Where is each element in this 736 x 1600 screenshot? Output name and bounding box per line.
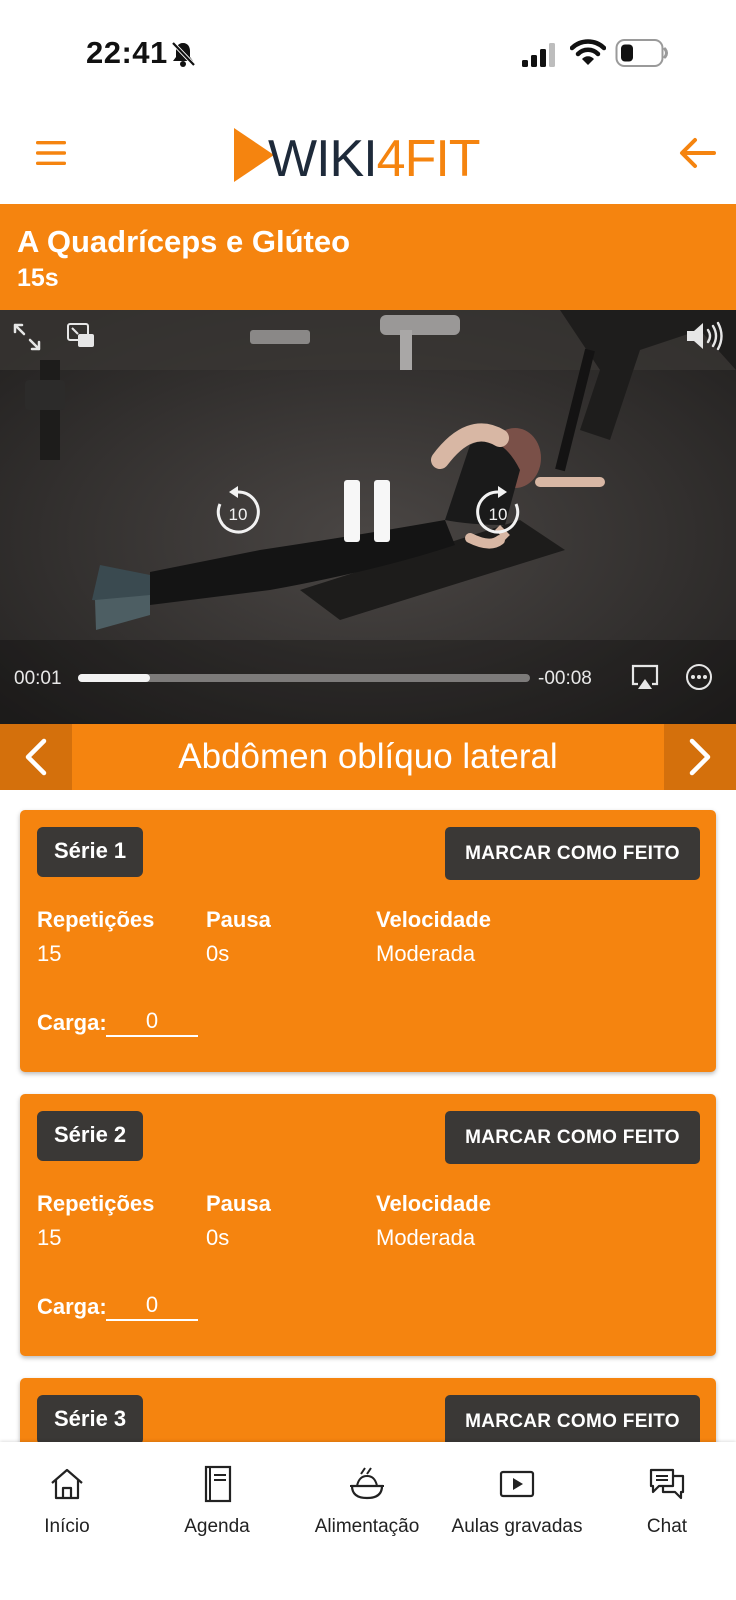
series-card: Série 1 MARCAR COMO FEITO Repetições Pau… (20, 810, 716, 1072)
load-label: Carga: (37, 1010, 107, 1035)
next-exercise-button[interactable] (664, 724, 736, 790)
speed-value: Moderada (376, 1225, 476, 1250)
home-icon (51, 1468, 83, 1500)
app-header: WIKI4FIT (0, 110, 736, 204)
pause-value: 0s (206, 941, 230, 966)
chevron-left-icon (25, 738, 47, 776)
pause-label: Pausa (206, 1191, 271, 1216)
status-time: 22:41 (86, 35, 168, 70)
mark-done-button[interactable]: MARCAR COMO FEITO (445, 1111, 700, 1164)
reps-value: 15 (37, 941, 62, 966)
airplay-icon[interactable] (630, 662, 660, 692)
video-elapsed-time: 00:01 (14, 668, 62, 689)
load-label: Carga: (37, 1294, 107, 1319)
video-progress-fill (78, 674, 151, 682)
signal-icon (522, 43, 555, 67)
bottom-navigation: Início Agenda Alimentação Aulas gravadas… (0, 1442, 736, 1600)
pause-icon[interactable] (342, 478, 394, 544)
nav-item-alimentacao[interactable]: Alimentação (292, 1464, 442, 1538)
series-badge: Série 3 (37, 1395, 144, 1442)
nav-item-agenda[interactable]: Agenda (142, 1464, 292, 1538)
series-badge: Série 1 (37, 827, 144, 877)
series-card: Série 2 MARCAR COMO FEITO Repetições Pau… (20, 1094, 716, 1356)
exercise-name: Abdômen oblíquo lateral (178, 737, 558, 776)
rewind-seconds: 10 (229, 505, 248, 524)
reps-label: Repetições (37, 1191, 155, 1216)
nav-item-chat[interactable]: Chat (592, 1464, 736, 1538)
status-bar: 22:41 (0, 0, 736, 110)
wifi-icon (570, 39, 606, 65)
nav-label: Chat (646, 1516, 688, 1537)
notebook-icon (204, 1465, 232, 1503)
hamburger-menu-icon[interactable] (34, 136, 68, 170)
rewind-10-icon[interactable]: 10 (212, 486, 264, 538)
video-player[interactable]: 10 10 00:01 -00:08 (0, 310, 736, 724)
nav-label: Alimentação (314, 1516, 420, 1537)
series-badge: Série 2 (37, 1111, 144, 1161)
workout-duration: 15s (17, 264, 59, 292)
chat-icon (649, 1468, 685, 1500)
reps-label: Repetições (37, 907, 155, 932)
workout-title-bar: A Quadríceps e Glúteo 15s (0, 204, 736, 310)
chevron-right-icon (689, 738, 711, 776)
wiki4fit-logo: WIKI4FIT (234, 128, 481, 186)
speed-label: Velocidade (376, 907, 491, 932)
workout-title: A Quadríceps e Glúteo (17, 224, 351, 259)
reps-value: 15 (37, 1225, 62, 1250)
forward-seconds: 10 (489, 505, 508, 524)
nav-label: Agenda (184, 1516, 250, 1537)
speed-label: Velocidade (376, 1191, 491, 1216)
pause-value: 0s (206, 1225, 230, 1250)
fullscreen-icon[interactable] (12, 322, 42, 352)
battery-icon (615, 39, 668, 67)
logo-text: WIKI4FIT (268, 130, 480, 186)
nav-item-inicio[interactable]: Início (0, 1464, 142, 1538)
series-card: Série 3 MARCAR COMO FEITO (20, 1378, 716, 1442)
picture-in-picture-icon[interactable] (66, 322, 96, 350)
pause-label: Pausa (206, 907, 271, 932)
forward-10-icon[interactable]: 10 (472, 486, 524, 538)
series-list[interactable]: Série 1 MARCAR COMO FEITO Repetições Pau… (0, 790, 736, 1442)
play-video-icon (499, 1470, 535, 1498)
speed-value: Moderada (376, 941, 476, 966)
more-options-icon[interactable] (684, 662, 714, 692)
exercise-navigator: Abdômen oblíquo lateral (0, 724, 736, 790)
load-input[interactable] (106, 1007, 198, 1037)
nav-item-aulas-gravadas[interactable]: Aulas gravadas (442, 1464, 592, 1538)
mark-done-button[interactable]: MARCAR COMO FEITO (445, 827, 700, 880)
mark-done-button[interactable]: MARCAR COMO FEITO (445, 1395, 700, 1442)
nav-label: Início (44, 1516, 90, 1537)
load-input[interactable] (106, 1291, 198, 1321)
video-remaining-time: -00:08 (538, 668, 592, 689)
bell-off-icon (171, 41, 196, 67)
previous-exercise-button[interactable] (0, 724, 72, 790)
screen: 22:41 WIKI4FIT A Quadríceps e Glúteo 15s… (0, 0, 736, 1600)
arrow-left-icon[interactable] (678, 134, 718, 172)
volume-icon[interactable] (684, 320, 724, 352)
video-progress-track[interactable] (78, 674, 530, 682)
nav-label: Aulas gravadas (451, 1516, 583, 1537)
food-bowl-icon (350, 1467, 384, 1500)
